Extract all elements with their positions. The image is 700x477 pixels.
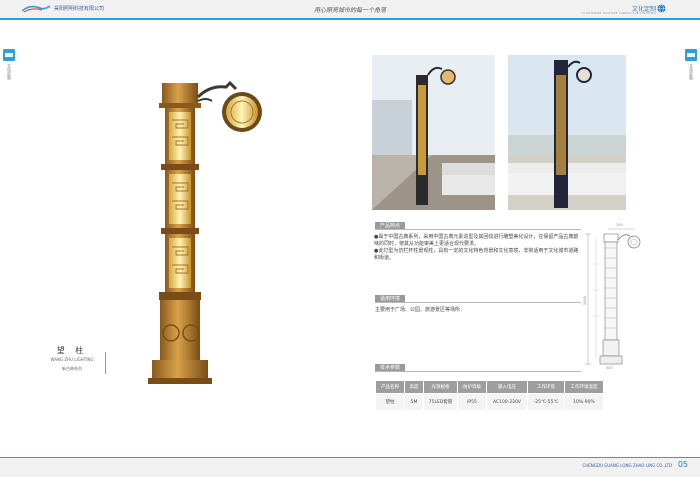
params-cell: 望柱 <box>375 393 405 411</box>
side-tab-right[interactable] <box>685 49 697 61</box>
usage-text: 主要用于广场、公园、旅游景区等场所： <box>375 307 466 313</box>
params-cell: 10%-90% <box>564 393 604 411</box>
name-divider <box>105 352 106 374</box>
params-cell: -25℃-55℃ <box>527 393 565 411</box>
feature-item: ●此灯型为仿栏杆柱景观柱，具有一定的文化特色背景和文化意境，非常适用于文化城市道… <box>374 248 579 261</box>
params-header-cell: 产品名称 <box>375 380 405 394</box>
params-header-cell: 光源规格 <box>423 380 458 394</box>
params-cell: 75LED套管 <box>423 393 458 411</box>
params-header-cell: 高度 <box>404 380 424 394</box>
page-number: 05 <box>677 460 688 469</box>
feature-item: ●属于中国古典系列，采用中国古典元素造型及其回纹进行雕塑美化设计，在保留产品古典… <box>374 234 579 247</box>
side-label-left: 文化定制 <box>7 64 12 80</box>
side-tab-left[interactable] <box>3 49 15 61</box>
installation-photo-1 <box>372 55 495 210</box>
params-cell: AC100-220V <box>486 393 528 411</box>
params-table: 产品名称 高度 光源规格 防护等级 输入电压 工作环境 工作环境湿度 望柱 5M… <box>375 380 604 411</box>
params-header-cell: 防护等级 <box>457 380 487 394</box>
dimension-label: 500 <box>606 366 613 370</box>
globe-icon <box>657 4 666 13</box>
installation-photo-2 <box>508 55 626 210</box>
params-header-row: 产品名称 高度 光源规格 防护等级 输入电压 工作环境 工作环境湿度 <box>375 380 604 394</box>
params-rule <box>375 371 581 372</box>
dimension-label: 200 <box>616 223 623 227</box>
product-series: 新古典系列 <box>62 366 82 371</box>
params-header-cell: 工作环境 <box>527 380 565 394</box>
product-name-en: WANG ZHU LIGHTING <box>50 357 94 362</box>
footer-company: CHENGDU GUANG LONG ZHAO LING CO.,LTD <box>582 463 672 468</box>
features-rule <box>375 229 581 230</box>
header-rule <box>0 18 700 20</box>
params-cell: 5M <box>404 393 424 411</box>
params-cell: IP55 <box>457 393 487 411</box>
side-label-right: 文化定制 <box>689 64 694 80</box>
section-subtitle: CUSTOMIZE CULTURE LANDSCAPE LIGHTING <box>582 11 656 15</box>
product-name-cn: 望 柱 <box>56 346 88 355</box>
dimension-label: 5000 <box>583 296 587 305</box>
params-header-cell: 工作环境湿度 <box>564 380 604 394</box>
usage-rule <box>375 302 581 303</box>
params-row: 望柱 5M 75LED套管 IP55 AC100-220V -25℃-55℃ 1… <box>375 393 604 411</box>
features-list: ●属于中国古典系列，采用中国古典元素造型及其回纹进行雕塑美化设计，在保留产品古典… <box>374 234 580 262</box>
catalog-page: 昊阳照明科技有限公司 用心照亮城市的每一个角落 文化定制 CUSTOMIZE C… <box>0 0 700 477</box>
dimension-drawing: 5000 200 500 <box>583 223 641 370</box>
product-name-block: 望 柱 WANG ZHU LIGHTING 新古典系列 <box>40 345 104 372</box>
pillar-lamp-image <box>148 80 262 384</box>
params-header-cell: 输入电压 <box>486 380 528 394</box>
